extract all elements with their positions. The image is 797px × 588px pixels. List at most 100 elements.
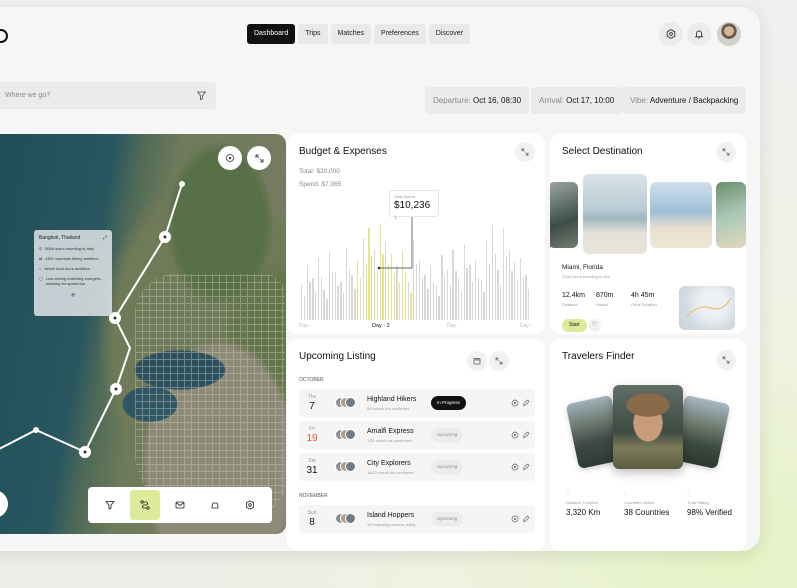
strava-value: 870m: [596, 292, 614, 299]
day-of-week: Sun: [307, 510, 317, 516]
settings-icon[interactable]: [511, 399, 519, 407]
route-map[interactable]: Bangkok, Thailand ⤢ ⚲ 5048 users travelin…: [0, 134, 286, 534]
locate-button[interactable]: [218, 146, 242, 170]
listing-card: Upcoming Listing OCTOBER Thu 7 Highland Hi…: [287, 339, 545, 551]
car-tool-button[interactable]: [200, 490, 230, 520]
gear-icon: [246, 500, 255, 510]
participant-avatars: [335, 513, 356, 525]
listing-row[interactable]: Thu 7 Highland Hikers 5/9 check-ins confirm…: [299, 389, 535, 417]
tab-discover[interactable]: Discover: [428, 24, 470, 44]
destination-photo[interactable]: [716, 182, 746, 248]
start-button[interactable]: Start: [562, 319, 587, 332]
notifications-button[interactable]: [687, 22, 711, 46]
filter-icon[interactable]: [197, 91, 206, 100]
tooltip-label: Total Spend: [394, 194, 416, 199]
stat-label: Trust Rating: [687, 500, 709, 505]
arrival-filter[interactable]: Arrival: Oct 17, 10:00: [531, 87, 623, 114]
edit-icon[interactable]: [522, 463, 530, 471]
day-number: 8: [309, 517, 315, 528]
settings-button[interactable]: [659, 22, 683, 46]
listing-title: Upcoming Listing: [299, 351, 376, 362]
expand-icon[interactable]: ⤢: [103, 235, 107, 241]
stat-label: Distance Covered: [566, 500, 598, 505]
day-of-week: Sat: [308, 458, 316, 464]
favorite-button[interactable]: ♡: [588, 319, 601, 332]
x-label: Day -: [520, 323, 532, 329]
stat-value: 3,320 Km: [566, 508, 601, 517]
listing-name: City Explorers: [367, 460, 411, 467]
destination-photo[interactable]: [650, 182, 712, 248]
drive-duration-label: Drive Duration: [631, 302, 657, 307]
message-tool-button[interactable]: [165, 490, 195, 520]
destination-expand-button[interactable]: [716, 142, 736, 162]
traveler-photo-featured[interactable]: [613, 385, 683, 469]
search-bar[interactable]: Where we go?: [0, 82, 216, 109]
car-icon: [211, 502, 219, 509]
listing-row[interactable]: Fri 19 Amalfi Express 7/20 check-ins confir…: [299, 421, 535, 449]
settings-icon[interactable]: [511, 515, 519, 523]
search-input[interactable]: Where we go?: [5, 92, 50, 99]
tab-dashboard[interactable]: Dashboard: [247, 24, 296, 44]
expand-icon: [255, 154, 263, 162]
filter-tool-button[interactable]: [95, 490, 125, 520]
listing-row[interactable]: Sat 31 City Explorers 10/12 check-ins confi…: [299, 453, 535, 481]
settings-icon[interactable]: [511, 431, 519, 439]
listing-name: Amalfi Express: [367, 428, 414, 435]
destination-photo-selected[interactable]: [583, 174, 647, 254]
user-avatar[interactable]: [717, 22, 741, 46]
stat-value: 38 Countries: [624, 508, 670, 517]
edit-icon[interactable]: [522, 431, 530, 439]
listing-subtitle: 4/9 boarding process ready: [367, 522, 416, 527]
target-icon: [226, 154, 234, 162]
x-label: Day -: [447, 323, 459, 329]
map-toolbar: [88, 487, 272, 523]
participant-avatars: [335, 397, 356, 409]
departure-value: Oct 16, 08:30: [473, 96, 522, 105]
route-icon: [140, 500, 150, 510]
filter-icon: [104, 501, 115, 510]
status-badge: Upcoming: [431, 512, 464, 526]
tab-preferences[interactable]: Preferences: [374, 24, 426, 44]
edit-icon[interactable]: [522, 399, 530, 407]
x-label: Day -: [299, 323, 311, 329]
vibe-value: Adventure / Backpacking: [649, 96, 739, 105]
distance-icon: ◌: [566, 491, 570, 497]
food-icon: ⌂: [39, 266, 42, 271]
listing-subtitle: 5/9 check-ins confirmed: [367, 406, 410, 411]
bike-icon: ⇄: [39, 256, 43, 261]
destination-title: Select Destination: [562, 146, 643, 157]
expand-icon: [495, 357, 503, 365]
tab-matches[interactable]: Matches: [330, 24, 372, 44]
location-line: 5048 users traveling to Italy: [44, 246, 94, 251]
departure-filter[interactable]: Departure: Oct 16, 08:30: [425, 87, 530, 114]
day-number: 7: [309, 401, 315, 412]
map-fullscreen-button[interactable]: [247, 146, 271, 170]
route-start-point[interactable]: [179, 181, 185, 187]
route-tool-button[interactable]: [129, 490, 160, 520]
location-info-card[interactable]: Bangkok, Thailand ⤢ ⚲ 5048 users travelin…: [34, 230, 112, 316]
listing-row[interactable]: Sun 8 Island Hoppers 4/9 boarding process r…: [299, 505, 535, 533]
finder-expand-button[interactable]: [716, 350, 736, 370]
tab-trips[interactable]: Trips: [298, 24, 328, 44]
add-icon[interactable]: +: [39, 290, 107, 300]
logo: [0, 29, 8, 43]
settings-icon[interactable]: [511, 463, 519, 471]
destination-photo[interactable]: [550, 182, 578, 248]
location-line: 45% mountain biking ambition: [45, 256, 99, 261]
edit-icon[interactable]: [522, 515, 530, 523]
listing-expand-button[interactable]: [489, 351, 509, 371]
arrow-down-icon: ↓: [394, 214, 398, 221]
day-of-week: Fri: [309, 426, 315, 432]
users-icon: ⚲: [39, 246, 42, 251]
settings-tool-button[interactable]: [235, 490, 265, 520]
vibe-filter[interactable]: Vibe: Adventure / Backpacking: [622, 87, 747, 114]
route-point[interactable]: [33, 427, 39, 433]
destination-name: Miami, Florida: [562, 264, 603, 271]
route-line: [0, 181, 185, 458]
app-window: Dashboard Trips Matches Preferences Disc…: [0, 7, 760, 551]
distance-label: Distance: [562, 302, 578, 307]
arrival-label: Arrival:: [539, 96, 564, 105]
mini-map[interactable]: [679, 286, 735, 330]
calendar-button[interactable]: [467, 351, 487, 371]
budget-card: Budget & Expenses Total: $20,000 Spend: …: [287, 134, 545, 334]
